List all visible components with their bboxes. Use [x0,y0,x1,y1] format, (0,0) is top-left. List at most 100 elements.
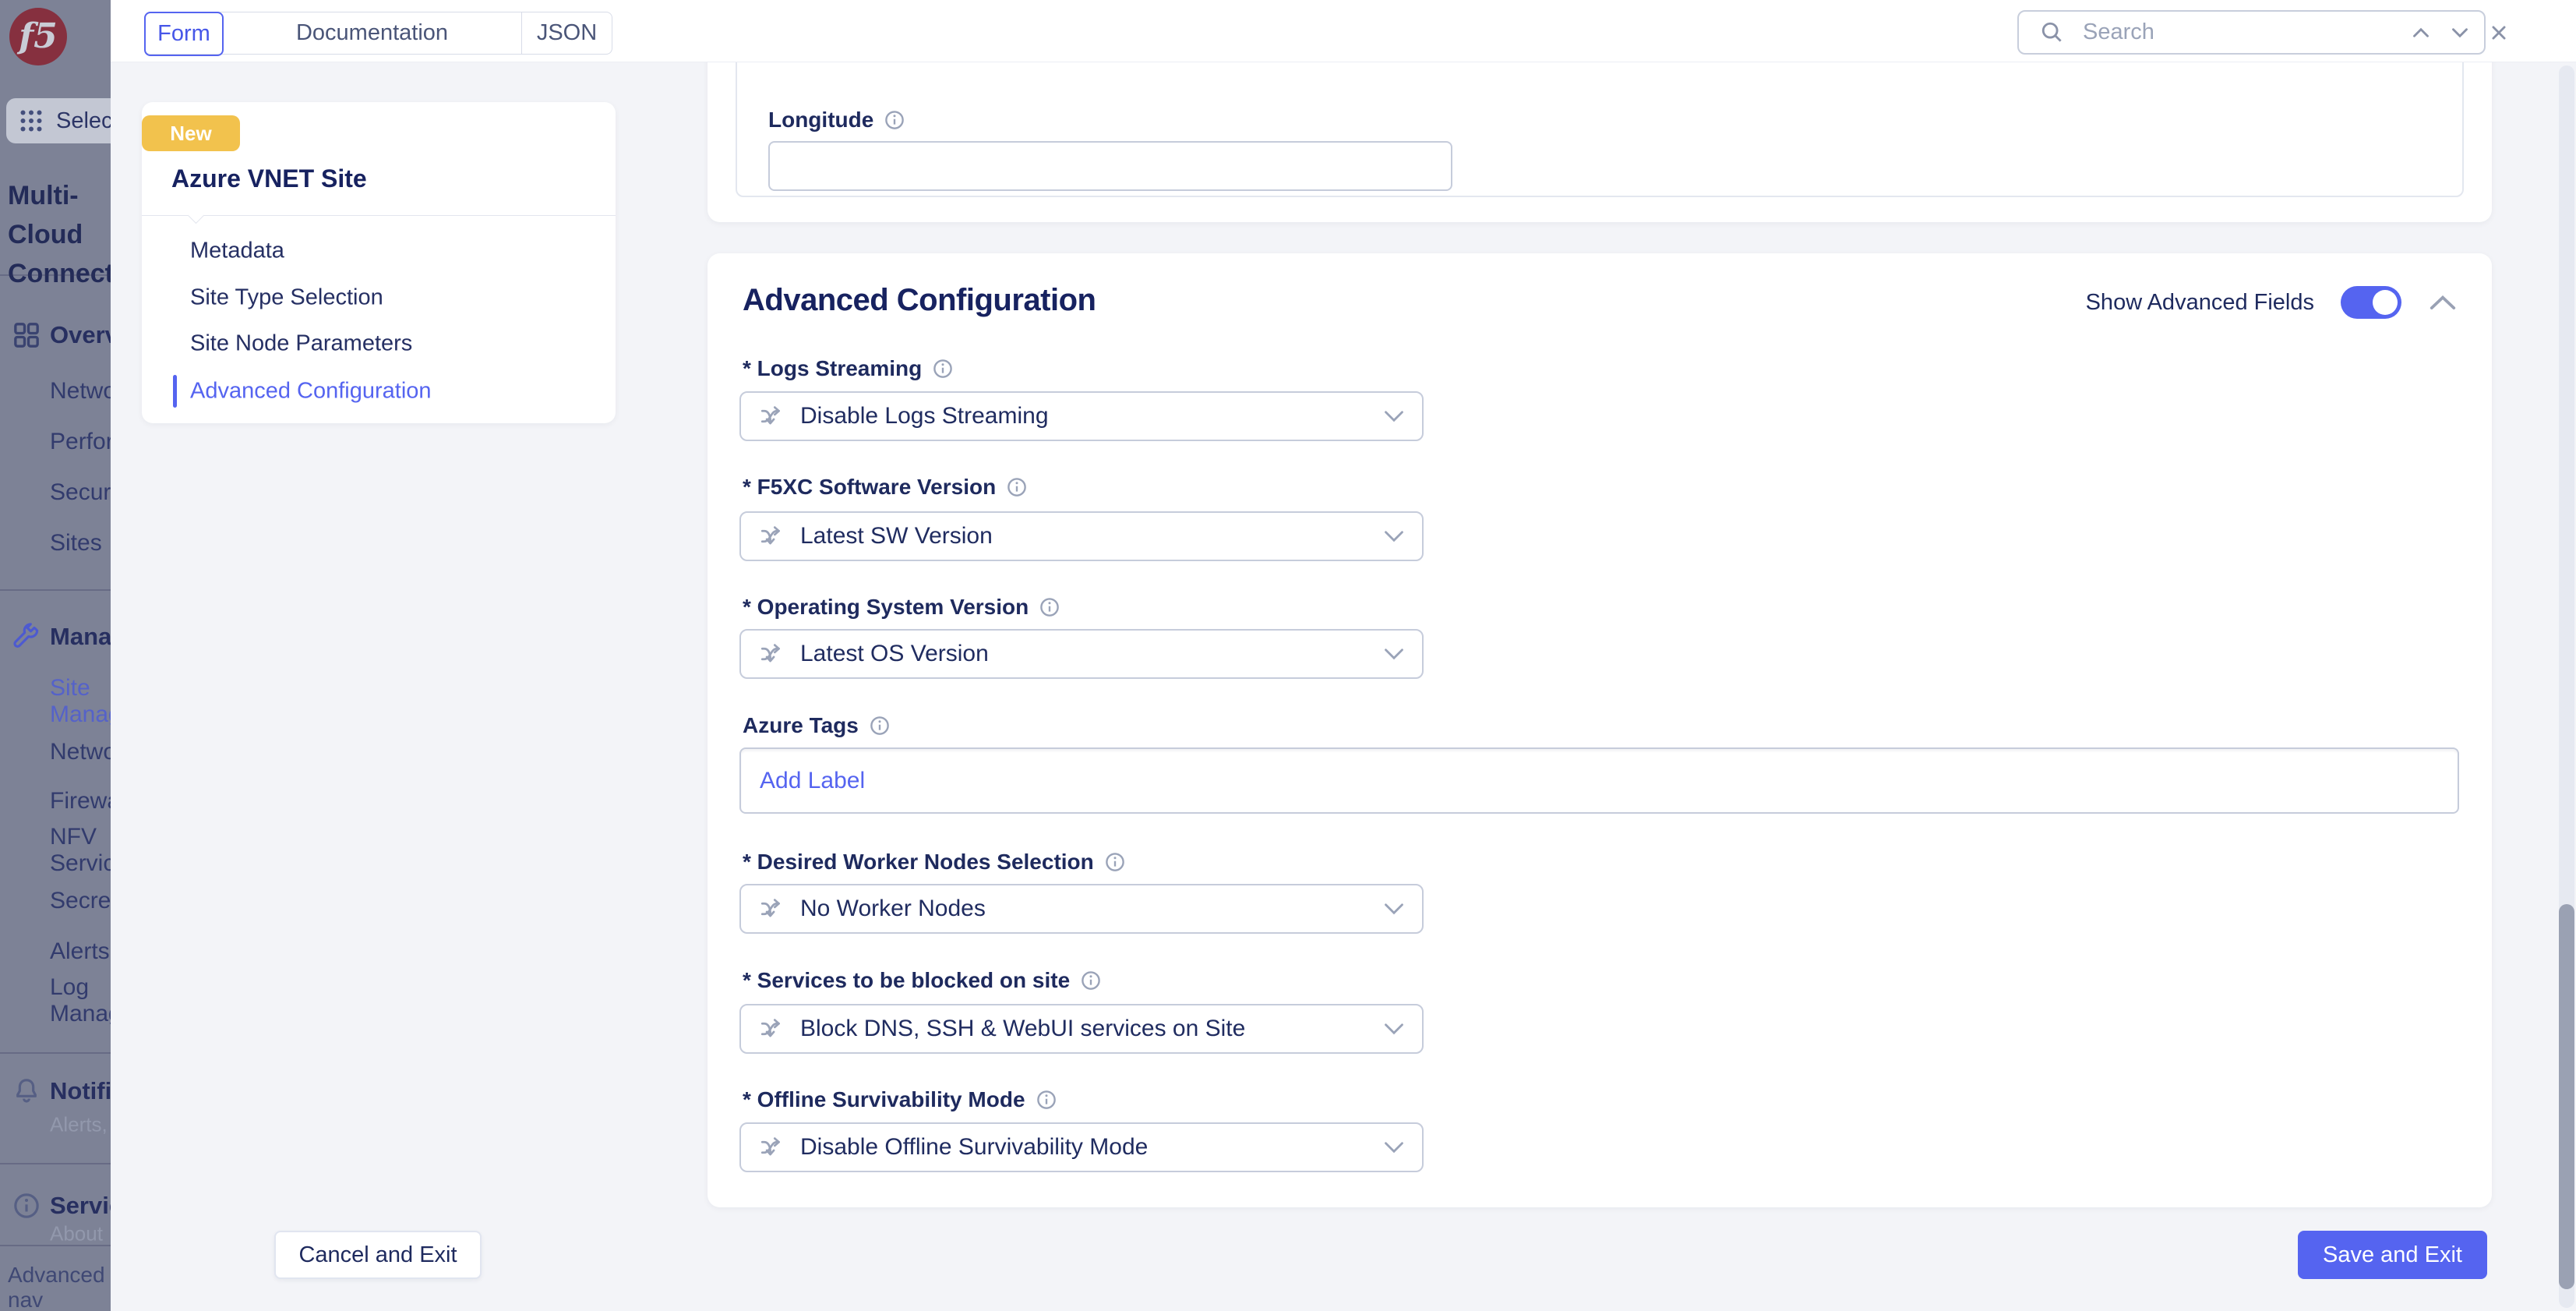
notifications-subtitle: Alerts, [50,1113,108,1137]
cancel-and-exit-button[interactable]: Cancel and Exit [274,1231,482,1279]
active-step-indicator [173,375,177,408]
close-icon[interactable] [2486,19,2512,46]
step-site-node-parameters[interactable]: Site Node Parameters [190,331,412,357]
tab-json[interactable]: JSON [521,12,612,54]
info-icon[interactable] [931,357,955,380]
f5xc-software-version-select[interactable]: Latest SW Version [739,511,1424,561]
tab-form[interactable]: Form [144,12,224,56]
f5xc-software-version-value: Latest SW Version [800,523,1383,549]
step-metadata[interactable]: Metadata [190,239,284,264]
info-icon[interactable] [1035,1088,1058,1111]
selector-branch-icon [758,1015,786,1043]
selector-branch-icon [758,895,786,923]
selector-branch-icon [758,640,786,668]
sidebar-item-nfv-services[interactable]: NFV Services [50,824,111,877]
sidebar-item-networking-manage[interactable]: Networking [50,739,111,765]
info-icon[interactable] [1103,850,1127,874]
os-version-value: Latest OS Version [800,641,1383,667]
os-version-label-row: * Operating System Version [743,595,1061,620]
info-icon[interactable] [883,108,906,132]
scrollbar-thumb[interactable] [2559,904,2574,1289]
overview-grid-icon [11,320,42,351]
sidebar-item-secrets[interactable]: Secrets [50,888,111,914]
sidebar-item-security[interactable]: Security [50,479,111,506]
offline-survivability-value: Disable Offline Survivability Mode [800,1134,1383,1161]
search-input[interactable] [2083,19,2377,45]
sidebar-section-overview[interactable]: Overview [50,321,111,349]
info-icon[interactable] [1079,969,1103,992]
sidebar-item-performance[interactable]: Performance [50,429,111,455]
sidebar-section-manage[interactable]: Manage [50,623,111,651]
wizard-nav-card: New Azure VNET Site Metadata Site Type S… [142,102,616,423]
chevron-down-icon[interactable] [2447,19,2473,46]
sidebar-item-firewall[interactable]: Firewall [50,788,111,815]
os-version-select[interactable]: Latest OS Version [739,629,1424,679]
sidebar-divider [0,589,111,591]
sidebar-item-log-management[interactable]: Log Management [50,974,111,1027]
selector-branch-icon [758,402,786,430]
wizard-divider-notch [188,207,204,224]
sidebar-item-site-management[interactable]: Site Management [50,675,111,728]
worker-nodes-label-row: * Desired Worker Nodes Selection [743,850,1127,875]
wizard-title: Azure VNET Site [171,164,367,193]
f5xc-software-version-label-row: * F5XC Software Version [743,475,1029,500]
sidebar-section-service[interactable]: Service [50,1192,111,1220]
logs-streaming-label: * Logs Streaming [743,356,922,381]
tab-documentation[interactable]: Documentation [223,12,521,54]
azure-tags-field[interactable]: Add Label [739,747,2459,814]
selector-branch-icon [758,1133,786,1161]
status-badge: New [142,115,240,151]
offline-survivability-label-row: * Offline Survivability Mode [743,1087,1058,1112]
screen: f5 Select Multi-Cloud Connect Overview N… [0,0,2576,1311]
logs-streaming-value: Disable Logs Streaming [800,403,1383,429]
section-controls: Show Advanced Fields [2086,286,2458,319]
step-site-type-selection[interactable]: Site Type Selection [190,285,383,311]
logs-streaming-select[interactable]: Disable Logs Streaming [739,391,1424,441]
service-subtitle: About [50,1222,103,1246]
info-icon [11,1190,42,1221]
longitude-label-row: Longitude [768,108,906,133]
chevron-down-icon [1383,409,1405,423]
info-icon[interactable] [1005,475,1029,499]
advanced-nav-toggle[interactable]: Advanced nav [8,1263,111,1311]
toggle-knob [2373,290,2398,315]
info-icon[interactable] [868,714,891,737]
search-icon [2039,19,2066,46]
info-icon[interactable] [1038,595,1061,619]
modal-header: Form Documentation JSON [111,0,2576,62]
view-tabs: Form Documentation JSON [144,12,612,55]
advanced-configuration-card: Advanced Configuration Show Advanced Fie… [708,253,2492,1207]
sidebar-section-notifications[interactable]: Notifications [50,1077,111,1105]
sidebar-divider [0,1163,111,1164]
namespace-select-button[interactable]: Select [6,98,111,143]
blocked-services-select[interactable]: Block DNS, SSH & WebUI services on Site [739,1004,1424,1054]
worker-nodes-value: No Worker Nodes [800,896,1383,922]
worker-nodes-label: * Desired Worker Nodes Selection [743,850,1094,875]
selector-branch-icon [758,522,786,550]
add-label-button[interactable]: Add Label [760,768,865,794]
azure-tags-label: Azure Tags [743,713,859,738]
sidebar-item-networking[interactable]: Networking [50,378,111,405]
blocked-services-label-row: * Services to be blocked on site [743,968,1103,993]
sidebar-item-sites[interactable]: Sites [50,530,102,557]
f5xc-software-version-label: * F5XC Software Version [743,475,996,500]
coordinates-subsection: Longitude [736,62,2464,197]
azure-tags-label-row: Azure Tags [743,713,891,738]
sidebar-divider [0,1052,111,1054]
bell-icon [11,1076,42,1107]
offline-survivability-select[interactable]: Disable Offline Survivability Mode [739,1122,1424,1172]
chevron-up-icon[interactable] [2408,19,2434,46]
os-version-label: * Operating System Version [743,595,1029,620]
section-title: Advanced Configuration [743,283,1096,318]
save-and-exit-button[interactable]: Save and Exit [2298,1231,2487,1279]
worker-nodes-select[interactable]: No Worker Nodes [739,884,1424,934]
chevron-down-icon [1383,529,1405,543]
step-advanced-configuration[interactable]: Advanced Configuration [190,379,432,405]
collapse-section-chevron-up-icon[interactable] [2428,293,2458,312]
sidebar-divider [0,1245,111,1246]
longitude-input[interactable] [768,141,1452,191]
sidebar-item-alerts[interactable]: Alerts [50,938,110,965]
blocked-services-value: Block DNS, SSH & WebUI services on Site [800,1016,1383,1042]
show-advanced-fields-toggle[interactable] [2341,286,2401,319]
wrench-icon [11,621,42,652]
